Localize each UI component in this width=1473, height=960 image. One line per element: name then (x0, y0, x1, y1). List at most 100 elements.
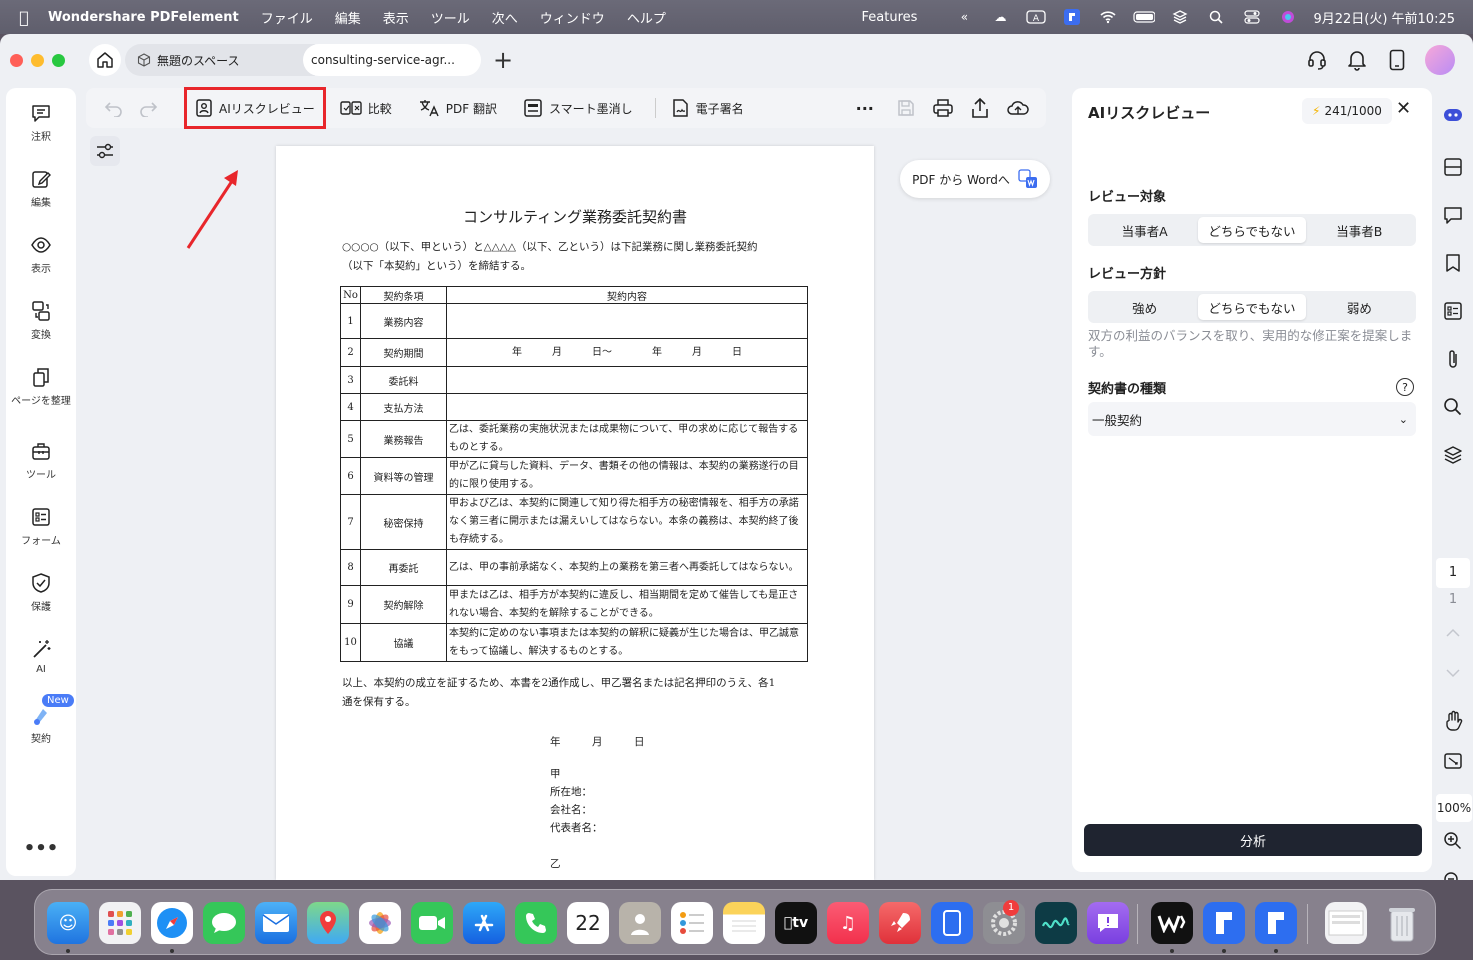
add-tab-button[interactable]: + (491, 46, 515, 74)
messages-app-icon[interactable] (203, 902, 245, 944)
zoom-out-icon[interactable] (1440, 868, 1466, 880)
pdf-translate-button[interactable]: PDF 翻訳 (418, 93, 497, 123)
zoom-level[interactable]: 100% (1436, 794, 1472, 822)
phone-app-icon[interactable] (515, 902, 557, 944)
current-page-number[interactable]: 1 (1436, 558, 1470, 588)
menu-go[interactable]: 次へ (492, 8, 518, 27)
music-app-icon[interactable]: ♫ (827, 902, 869, 944)
menu-file[interactable]: ファイル (261, 8, 313, 27)
wave-app-icon[interactable] (1035, 902, 1077, 944)
reminders-app-icon[interactable] (671, 902, 713, 944)
share-button[interactable] (970, 93, 990, 123)
target-option-party-b[interactable]: 当事者B (1306, 217, 1413, 243)
compare-button[interactable]: 比較 (340, 93, 392, 123)
space-tab[interactable]: 無題のスペース (125, 44, 315, 76)
battery-icon[interactable] (1133, 9, 1156, 25)
minimize-window-button[interactable] (31, 53, 44, 67)
attachment-icon[interactable] (1440, 346, 1466, 372)
policy-option-weak[interactable]: 弱め (1306, 294, 1413, 320)
page-up-icon[interactable] (1440, 620, 1466, 646)
apple-tv-app-icon[interactable]: tv (775, 902, 817, 944)
sidebar-item-edit[interactable]: 編集 (6, 166, 76, 209)
menu-help[interactable]: ヘルプ (627, 8, 666, 27)
zoom-window-button[interactable] (52, 53, 65, 67)
apple-icon[interactable]:  (0, 8, 48, 27)
sidebar-item-annotate[interactable]: 注釈 (6, 100, 76, 143)
finder-app-icon[interactable]: ☺ (47, 902, 89, 944)
sidebar-item-tools[interactable]: ツール (6, 438, 76, 481)
bell-icon[interactable] (1345, 48, 1369, 72)
target-option-neither[interactable]: どちらでもない (1198, 217, 1306, 243)
document-page[interactable]: コンサルティング業務委託契約書 ○○○○（以下、甲という）と△△△△（以下、乙と… (276, 146, 874, 880)
display-settings-button[interactable] (90, 136, 120, 166)
menu-view[interactable]: 表示 (383, 8, 409, 27)
pdfelement-ios-app-icon[interactable] (931, 902, 973, 944)
sidebar-item-protect[interactable]: 保護 (6, 570, 76, 613)
more-options-button[interactable]: ••• (6, 838, 76, 859)
double-chevron-left-icon[interactable]: « (953, 9, 975, 25)
analyze-button[interactable]: 分析 (1084, 824, 1422, 856)
preview-window-thumbnail[interactable] (1325, 902, 1367, 944)
comment-list-icon[interactable] (1440, 202, 1466, 228)
sidebar-item-contract[interactable]: New 契約 (6, 694, 76, 745)
pdfelement-pro-app-icon[interactable] (1255, 902, 1297, 944)
clock[interactable]: 9月22日(火) 午前10:25 (1313, 8, 1455, 27)
mail-app-icon[interactable] (255, 902, 297, 944)
feedback-app-icon[interactable] (1087, 902, 1129, 944)
input-method-icon[interactable]: A (1025, 9, 1047, 25)
spotlight-search-icon[interactable] (1205, 9, 1227, 25)
zoom-in-icon[interactable] (1440, 828, 1466, 854)
pdfelement-app-icon[interactable] (1203, 902, 1245, 944)
esign-button[interactable]: 電子署名 (670, 93, 744, 123)
cloud-upload-button[interactable] (1006, 93, 1030, 123)
wifi-icon[interactable] (1097, 9, 1119, 25)
help-icon[interactable]: ? (1396, 378, 1414, 396)
search-icon[interactable] (1440, 394, 1466, 420)
siri-icon[interactable] (1277, 9, 1299, 25)
smart-redact-button[interactable]: スマート墨消し (523, 93, 633, 123)
menu-tools[interactable]: ツール (431, 8, 470, 27)
close-window-button[interactable] (10, 53, 23, 67)
wondershare-app-icon[interactable] (1151, 902, 1193, 944)
hand-tool-icon[interactable] (1440, 708, 1466, 734)
print-button[interactable] (932, 93, 954, 123)
home-button[interactable] (89, 44, 121, 76)
save-button[interactable] (896, 93, 916, 123)
undo-button[interactable] (104, 93, 124, 123)
launchpad-app-icon[interactable] (99, 902, 141, 944)
trash-app-icon[interactable] (1381, 902, 1423, 944)
pdfelement-status-icon[interactable] (1061, 9, 1083, 25)
cloud-icon[interactable]: ☁ (989, 9, 1011, 25)
layers-icon[interactable] (1440, 442, 1466, 468)
calendar-app-icon[interactable]: 22 (567, 902, 609, 944)
contract-type-select[interactable]: 一般契約 ⌄ (1088, 402, 1416, 436)
ai-risk-review-button[interactable]: AIリスクレビュー (184, 87, 326, 129)
sidebar-item-organize-pages[interactable]: ページを整理 (6, 364, 76, 407)
policy-option-neither[interactable]: どちらでもない (1198, 294, 1306, 320)
sidebar-item-view[interactable]: 表示 (6, 232, 76, 275)
toolbar-more-button[interactable]: ··· (856, 93, 874, 123)
sidebar-item-ai[interactable]: AI (6, 636, 76, 675)
control-center-icon[interactable] (1241, 9, 1263, 25)
app-name-menu[interactable]: Wondershare PDFelement (48, 10, 239, 25)
close-panel-button[interactable]: ✕ (1396, 98, 1411, 119)
fit-page-icon[interactable] (1440, 748, 1466, 774)
user-avatar[interactable] (1425, 45, 1455, 75)
form-fields-icon[interactable] (1440, 298, 1466, 324)
ai-assistant-icon[interactable] (1440, 102, 1466, 128)
tablet-device-icon[interactable] (1385, 48, 1409, 72)
sidebar-item-forms[interactable]: フォーム (6, 504, 76, 547)
menu-edit[interactable]: 編集 (335, 8, 361, 27)
page-down-icon[interactable] (1440, 660, 1466, 686)
policy-option-strong[interactable]: 強め (1091, 294, 1198, 320)
menu-window[interactable]: ウィンドウ (540, 8, 605, 27)
document-tab[interactable]: consulting-service-agr... (303, 44, 481, 76)
pdf-to-word-button[interactable]: PDF から Wordへ (900, 160, 1050, 198)
layout-panel-icon[interactable] (1440, 154, 1466, 180)
sidebar-item-convert[interactable]: 変換 (6, 298, 76, 341)
notes-app-icon[interactable] (723, 902, 765, 944)
safari-app-icon[interactable] (151, 902, 193, 944)
contacts-app-icon[interactable] (619, 902, 661, 944)
rocket-app-icon[interactable] (879, 902, 921, 944)
photos-app-icon[interactable] (359, 902, 401, 944)
